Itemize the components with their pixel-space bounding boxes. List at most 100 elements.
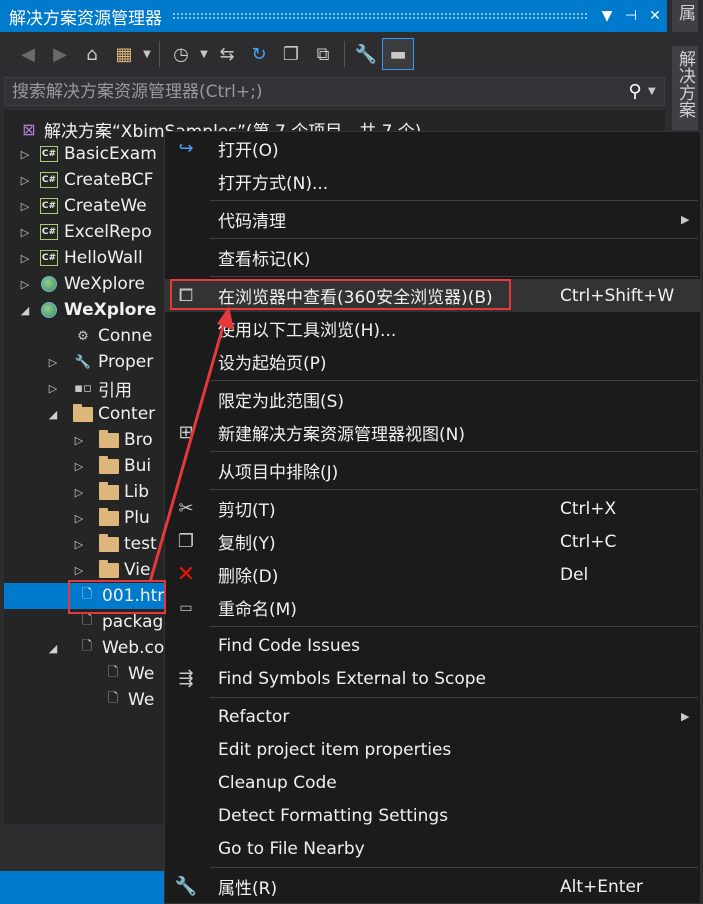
- menu-item-shortcut: Ctrl+C: [560, 531, 617, 552]
- solution-explorer-titlebar: 解决方案资源管理器 ▼ ⊣ ✕: [0, 0, 667, 32]
- menu-item-new-explorer-view[interactable]: ⊞ 新建解决方案资源管理器视图(N): [165, 416, 700, 449]
- menu-item-open[interactable]: ↪ 打开(O): [165, 132, 700, 165]
- forward-icon[interactable]: ▶: [44, 38, 76, 70]
- menu-item-copy[interactable]: ❐ 复制(Y) Ctrl+C: [165, 525, 700, 558]
- collapse-arrow-icon[interactable]: ◢: [18, 304, 32, 317]
- menu-item-refactor[interactable]: Refactor ▶: [165, 700, 700, 733]
- pin-icon[interactable]: ⊣: [619, 0, 643, 32]
- tree-item-label: Web.co: [102, 638, 165, 658]
- folder-icon: [98, 507, 120, 528]
- close-icon[interactable]: ✕: [643, 0, 667, 32]
- menu-item-set-start-page[interactable]: 设为起始页(P): [165, 345, 700, 378]
- menu-item-label: 重命名(M): [218, 600, 297, 620]
- connected-services-icon: ⚙: [77, 328, 89, 344]
- menu-item-go-to-file-nearby[interactable]: Go to File Nearby: [165, 832, 700, 865]
- menu-item-label: 代码清理: [218, 212, 286, 232]
- tree-item-label: Proper: [98, 352, 154, 372]
- expand-arrow-icon[interactable]: ▷: [72, 538, 86, 551]
- collapse-arrow-icon[interactable]: ◢: [46, 408, 60, 421]
- menu-separator: [210, 380, 698, 381]
- tree-item-label: ExcelRepo: [64, 222, 152, 242]
- menu-item-delete[interactable]: ✕ 删除(D) Del: [165, 558, 700, 591]
- menu-item-label: 复制(Y): [218, 534, 276, 554]
- collapse-arrow-icon[interactable]: ◢: [46, 642, 60, 655]
- sync-icon[interactable]: ⇆: [211, 38, 243, 70]
- menu-item-cut[interactable]: ✂ 剪切(T) Ctrl+X: [165, 492, 700, 525]
- menu-item-exclude-from-project[interactable]: 从项目中排除(J): [165, 454, 700, 487]
- wrench-icon: 🔧: [174, 876, 198, 897]
- switch-views-icon[interactable]: ▦: [108, 38, 140, 70]
- tree-item-label: Conne: [98, 326, 153, 346]
- menu-item-label: 打开方式(N)...: [218, 174, 329, 194]
- csharp-project-icon: C#: [38, 248, 60, 268]
- menu-item-find-symbols-external[interactable]: ⇶ Find Symbols External to Scope: [165, 662, 700, 695]
- chevron-down-icon[interactable]: ▼: [595, 0, 619, 32]
- menu-item-edit-project-item-properties[interactable]: Edit project item properties: [165, 733, 700, 766]
- chevron-down-icon[interactable]: ▼: [140, 49, 154, 60]
- config-file-icon: 🗋: [81, 613, 93, 628]
- expand-arrow-icon[interactable]: ▷: [18, 148, 32, 161]
- menu-item-label: 打开(O): [218, 141, 279, 161]
- preview-selected-icon[interactable]: ▬: [382, 38, 414, 70]
- titlebar-grip[interactable]: [172, 12, 587, 20]
- menu-item-view-markup[interactable]: 查看标记(K): [165, 241, 700, 274]
- chevron-down-icon[interactable]: ▼: [197, 49, 211, 60]
- expand-arrow-icon[interactable]: ▷: [18, 252, 32, 265]
- expand-arrow-icon[interactable]: ▷: [18, 278, 32, 291]
- show-all-files-icon[interactable]: ⧉: [307, 38, 339, 70]
- expand-arrow-icon[interactable]: ▷: [72, 564, 86, 577]
- expand-arrow-icon[interactable]: ▷: [18, 174, 32, 187]
- annotation-highlight-menu-item: [170, 279, 511, 310]
- expand-arrow-icon[interactable]: ▷: [18, 226, 32, 239]
- expand-arrow-icon[interactable]: ▷: [46, 356, 60, 369]
- expand-arrow-icon[interactable]: ▷: [72, 434, 86, 447]
- search-icon[interactable]: ⚲: [622, 81, 648, 102]
- web-project-icon: [38, 274, 60, 294]
- expand-arrow-icon[interactable]: ▷: [72, 460, 86, 473]
- refresh-icon[interactable]: ↻: [243, 38, 275, 70]
- menu-item-label: 从项目中排除(J): [218, 463, 339, 483]
- menu-item-browse-with[interactable]: 使用以下工具浏览(H)...: [165, 312, 700, 345]
- collapse-all-icon[interactable]: ❐: [275, 38, 307, 70]
- menu-item-label: 属性(R): [218, 879, 278, 899]
- config-file-icon: 🗋: [107, 691, 119, 706]
- solution-icon: ⊠: [22, 119, 36, 139]
- tree-item-label: Bui: [124, 456, 152, 476]
- home-icon[interactable]: ⌂: [76, 38, 108, 70]
- expand-arrow-icon[interactable]: ▷: [18, 200, 32, 213]
- toolbar-divider: [344, 41, 345, 67]
- search-input[interactable]: [5, 78, 622, 105]
- tree-item-label: packag: [102, 612, 164, 632]
- search-box[interactable]: ⚲ ▼: [4, 77, 665, 106]
- tab-solution-explorer[interactable]: 解决方案资: [672, 46, 698, 130]
- expand-arrow-icon[interactable]: ▷: [72, 512, 86, 525]
- menu-separator: [210, 276, 698, 277]
- explorer-toolbar: ◀ ▶ ⌂ ▦ ▼ ◷ ▼ ⇆ ↻ ❐ ⧉ 🔧 ▬: [0, 32, 667, 76]
- menu-item-code-cleanup[interactable]: 代码清理 ▶: [165, 203, 700, 236]
- chevron-down-icon[interactable]: ▼: [648, 86, 664, 97]
- back-icon[interactable]: ◀: [12, 38, 44, 70]
- tree-item-label: test: [124, 534, 157, 554]
- menu-item-label: 删除(D): [218, 567, 279, 587]
- menu-item-shortcut: Alt+Enter: [560, 876, 643, 897]
- properties-icon[interactable]: 🔧: [350, 38, 382, 70]
- menu-item-scope-to-this[interactable]: 限定为此范围(S): [165, 383, 700, 416]
- tab-properties-label: 属性: [675, 4, 695, 21]
- menu-separator: [210, 626, 698, 627]
- menu-item-shortcut: Del: [560, 564, 589, 585]
- menu-item-find-code-issues[interactable]: Find Code Issues: [165, 629, 700, 662]
- tab-properties[interactable]: 属性: [672, 0, 698, 32]
- menu-item-detect-formatting[interactable]: Detect Formatting Settings: [165, 799, 700, 832]
- tree-item-label: Lib: [124, 482, 149, 502]
- wrench-icon: 🔧: [74, 354, 92, 370]
- menu-item-rename[interactable]: ▭ 重命名(M): [165, 591, 700, 624]
- menu-item-properties[interactable]: 🔧 属性(R) Alt+Enter: [165, 870, 700, 903]
- menu-item-shortcut: Ctrl+Shift+W: [560, 285, 675, 306]
- expand-arrow-icon[interactable]: ▷: [46, 382, 60, 395]
- expand-arrow-icon[interactable]: ▷: [72, 486, 86, 499]
- menu-item-cleanup-code[interactable]: Cleanup Code: [165, 766, 700, 799]
- menu-item-open-with[interactable]: 打开方式(N)...: [165, 165, 700, 198]
- menu-item-label: 新建解决方案资源管理器视图(N): [218, 425, 465, 445]
- config-file-icon: 🗋: [81, 639, 93, 654]
- pending-changes-filter-icon[interactable]: ◷: [165, 38, 197, 70]
